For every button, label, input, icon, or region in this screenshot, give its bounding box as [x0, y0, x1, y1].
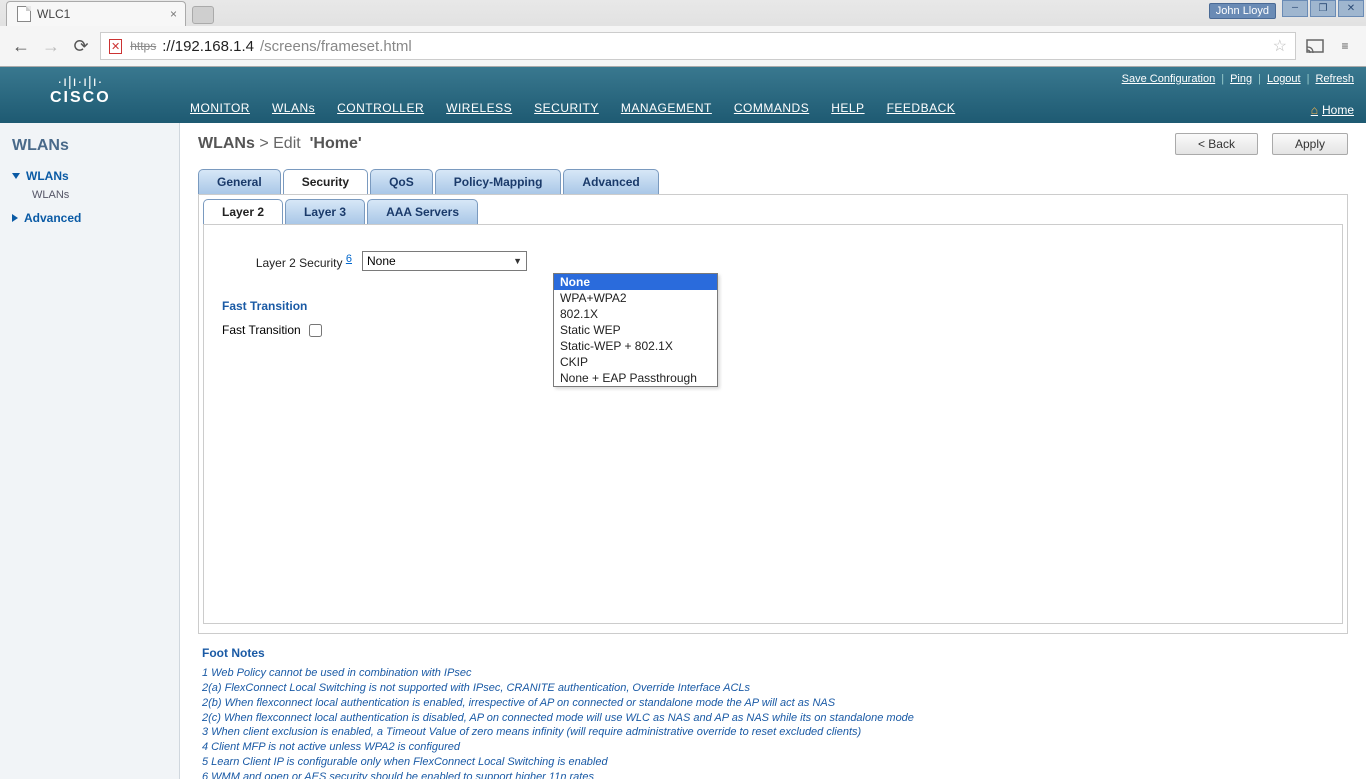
bookmark-icon[interactable]: ☆	[1273, 36, 1287, 56]
sub-tabs: Layer 2 Layer 3 AAA Servers	[203, 199, 1343, 224]
tab-policy-mapping[interactable]: Policy-Mapping	[435, 169, 562, 194]
back-arrow-icon[interactable]: ←	[10, 35, 32, 57]
top-tabs: General Security QoS Policy-Mapping Adva…	[198, 169, 1348, 194]
address-bar[interactable]: ✕ https ://192.168.1.4/screens/frameset.…	[100, 32, 1296, 60]
tab-security[interactable]: Security	[283, 169, 368, 194]
hamburger-icon[interactable]: ≡	[1334, 35, 1356, 57]
sidebar-item-wlans[interactable]: WLANs	[12, 169, 167, 183]
maximize-button[interactable]: ❐	[1310, 0, 1336, 17]
logout-link[interactable]: Logout	[1267, 73, 1301, 85]
close-icon[interactable]: ×	[170, 7, 177, 21]
browser-chrome: WLC1 × John Lloyd — ❐ ✕ ← → ⟳ ✕ https :/…	[0, 0, 1366, 67]
dropdown-option[interactable]: None	[554, 274, 717, 290]
tab-general[interactable]: General	[198, 169, 281, 194]
footnote-line: 3 When client exclusion is enabled, a Ti…	[202, 725, 1344, 740]
nav-commands[interactable]: COMMANDS	[734, 101, 809, 115]
cast-icon[interactable]	[1304, 35, 1326, 57]
fast-transition-label: Fast Transition	[222, 323, 301, 337]
subtab-layer2[interactable]: Layer 2	[203, 199, 283, 224]
subtab-layer3[interactable]: Layer 3	[285, 199, 365, 224]
footnote-line: 6 WMM and open or AES security should be…	[202, 770, 1344, 779]
nav-feedback[interactable]: FEEDBACK	[887, 101, 956, 115]
reload-icon[interactable]: ⟳	[70, 35, 92, 57]
footnote-line: 4 Client MFP is not active unless WPA2 i…	[202, 740, 1344, 755]
top-links: Save Configuration| Ping| Logout| Refres…	[1122, 73, 1354, 85]
nav-wlans[interactable]: WLANs	[272, 101, 315, 115]
sidebar-item-advanced[interactable]: Advanced	[12, 211, 167, 225]
fast-transition-checkbox[interactable]	[309, 324, 322, 337]
footnote-line: 1 Web Policy cannot be used in combinati…	[202, 666, 1344, 681]
new-tab-button[interactable]	[192, 6, 214, 24]
home-icon: ⌂	[1311, 103, 1318, 117]
footnote-line: 2(c) When flexconnect local authenticati…	[202, 711, 1344, 726]
sub-panel: Layer 2 Security 6 None None WPA+WPA2 80…	[203, 224, 1343, 624]
apply-button[interactable]: Apply	[1272, 133, 1348, 155]
tab-advanced[interactable]: Advanced	[563, 169, 658, 194]
url-path: /screens/frameset.html	[260, 38, 412, 55]
address-row: ← → ⟳ ✕ https ://192.168.1.4/screens/fra…	[0, 26, 1366, 66]
minimize-button[interactable]: —	[1282, 0, 1308, 17]
nav-security[interactable]: SECURITY	[534, 101, 599, 115]
browser-tab[interactable]: WLC1 ×	[6, 1, 186, 26]
content-area: WLANs > Edit 'Home' < Back Apply General…	[180, 123, 1366, 779]
dropdown-option[interactable]: Static WEP	[554, 322, 717, 338]
nav-management[interactable]: MANAGEMENT	[621, 101, 712, 115]
footnotes: Foot Notes 1 Web Policy cannot be used i…	[198, 646, 1348, 779]
dropdown-option[interactable]: CKIP	[554, 354, 717, 370]
forward-arrow-icon: →	[40, 35, 62, 57]
cisco-logo: ·ı|ı·ı|ı· CISCO	[50, 73, 111, 107]
layer2-security-select[interactable]: None	[362, 251, 527, 271]
main-nav: MONITOR WLANs CONTROLLER WIRELESS SECURI…	[190, 101, 955, 123]
chevron-right-icon	[12, 214, 18, 222]
subtab-aaa[interactable]: AAA Servers	[367, 199, 478, 224]
home-link[interactable]: ⌂Home	[1311, 103, 1354, 117]
sidebar: WLANs WLANs WLANs Advanced	[0, 123, 180, 779]
nav-help[interactable]: HELP	[831, 101, 864, 115]
tab-title: WLC1	[37, 7, 70, 21]
layer2-security-label: Layer 2 Security 6	[222, 253, 352, 270]
tab-panel: Layer 2 Layer 3 AAA Servers Layer 2 Secu…	[198, 194, 1348, 634]
chevron-down-icon	[12, 173, 20, 179]
insecure-icon: ✕	[109, 39, 122, 54]
nav-controller[interactable]: CONTROLLER	[337, 101, 424, 115]
footnote-link-6[interactable]: 6	[346, 253, 352, 265]
fast-transition-heading: Fast Transition	[222, 299, 1324, 313]
page-header: WLANs > Edit 'Home' < Back Apply	[198, 133, 1348, 155]
sidebar-sub-wlans[interactable]: WLANs	[32, 189, 167, 201]
dropdown-option[interactable]: Static-WEP + 802.1X	[554, 338, 717, 354]
nav-wireless[interactable]: WIRELESS	[446, 101, 512, 115]
breadcrumb: WLANs > Edit 'Home'	[198, 135, 362, 153]
back-button[interactable]: < Back	[1175, 133, 1258, 155]
refresh-link[interactable]: Refresh	[1315, 73, 1354, 85]
save-config-link[interactable]: Save Configuration	[1122, 73, 1216, 85]
tab-qos[interactable]: QoS	[370, 169, 433, 194]
footnotes-title: Foot Notes	[202, 646, 1344, 660]
url-scheme: https	[130, 39, 156, 53]
footnote-line: 2(b) When flexconnect local authenticati…	[202, 696, 1344, 711]
user-badge[interactable]: John Lloyd	[1209, 3, 1276, 19]
ping-link[interactable]: Ping	[1230, 73, 1252, 85]
dropdown-option[interactable]: None + EAP Passthrough	[554, 370, 717, 386]
window-controls: — ❐ ✕	[1282, 0, 1364, 17]
layer2-security-dropdown: None WPA+WPA2 802.1X Static WEP Static-W…	[553, 273, 718, 387]
page-icon	[17, 6, 31, 22]
footnote-line: 2(a) FlexConnect Local Switching is not …	[202, 681, 1344, 696]
close-window-button[interactable]: ✕	[1338, 0, 1364, 17]
browser-tab-row: WLC1 × John Lloyd — ❐ ✕	[0, 0, 1366, 26]
sidebar-title: WLANs	[12, 137, 167, 155]
nav-monitor[interactable]: MONITOR	[190, 101, 250, 115]
dropdown-option[interactable]: WPA+WPA2	[554, 290, 717, 306]
cisco-header: ·ı|ı·ı|ı· CISCO Save Configuration| Ping…	[0, 67, 1366, 123]
url-host: ://192.168.1.4	[162, 38, 254, 55]
dropdown-option[interactable]: 802.1X	[554, 306, 717, 322]
